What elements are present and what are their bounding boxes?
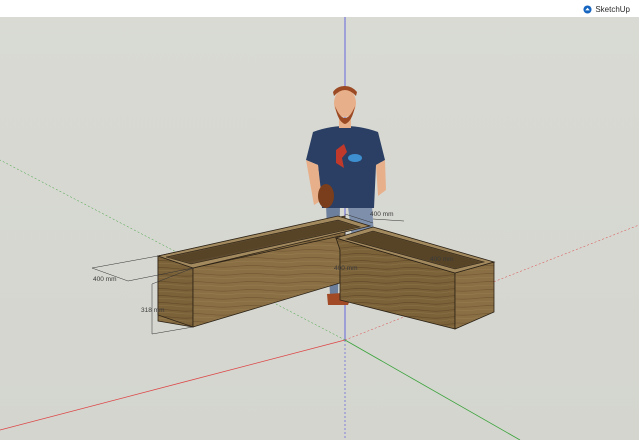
dim-inner-mid: 400 mm bbox=[334, 265, 357, 272]
sketchup-viewport[interactable]: SketchUp 400 mm 318 mm 400 mm 400 mm 400… bbox=[0, 0, 639, 440]
dim-height-left: 318 mm bbox=[141, 307, 164, 314]
dim-width-right: 400 mm bbox=[370, 211, 393, 218]
model-canvas[interactable]: 400 mm 318 mm 400 mm 400 mm 400 mm bbox=[0, 0, 639, 440]
planter-box-right[interactable] bbox=[334, 226, 496, 330]
dim-inner-right: 400 mm bbox=[430, 256, 453, 263]
dim-width-left: 400 mm bbox=[93, 276, 116, 283]
